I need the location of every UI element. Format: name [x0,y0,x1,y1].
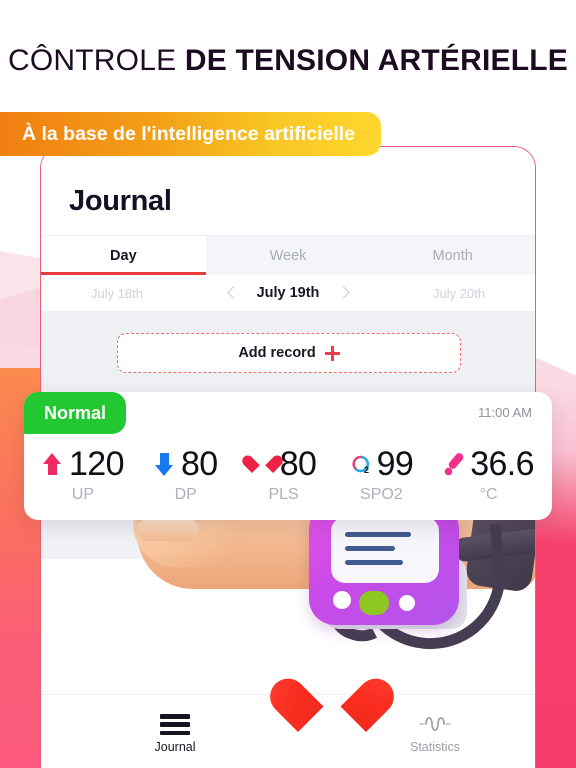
waveform-icon [418,713,452,735]
arrow-down-icon [154,451,176,477]
promo-headline: CÔNTROLE DE TENSION ARTÉRIELLE [0,44,576,78]
metric-pls-label: PLS [268,486,299,503]
metric-dp-value: 80 [180,445,218,483]
metric-spo2-value: 99 [376,445,414,483]
metric-temperature-label: °C [479,486,498,503]
device-display-line [345,560,403,565]
date-current: July 19th [256,285,320,301]
page-title: Journal [69,185,172,217]
device-button-white [399,595,415,611]
metric-pls: 80 PLS [248,444,320,504]
blood-pressure-monitor [309,503,459,625]
date-navigation: July 18th July 19th July 20th [41,275,535,311]
metric-spo2: 2 99 SPO2 [345,444,417,504]
headline-bold-part: DE TENSION ARTÉRIELLE [184,44,568,77]
nav-journal-label: Journal [154,740,196,754]
promo-screenshot: CÔNTROLE DE TENSION ARTÉRIELLE À la base… [0,0,576,768]
metric-temperature-value-group: 36.6 [443,444,535,484]
add-record-button[interactable]: Add record [117,333,461,373]
headline-light-part: CÔNTROLE [8,44,185,77]
device-button-green [359,591,389,615]
metric-up: 120 UP [42,444,125,504]
hamburger-icon [160,714,190,735]
metric-dp: 80 DP [150,444,222,504]
device-display [331,517,439,583]
metric-up-value-group: 120 [42,444,125,484]
date-next[interactable]: July 20th [383,286,535,301]
svg-text:2: 2 [364,465,369,475]
metric-pls-value: 80 [279,445,317,483]
metric-temperature-value: 36.6 [470,445,534,483]
period-tabs: Day Week Month [41,235,535,275]
heart-icon [251,451,275,477]
tab-month[interactable]: Month [370,236,535,275]
metric-temperature: 36.6 °C [443,444,535,504]
tab-week[interactable]: Week [206,236,371,275]
nav-item-journal[interactable]: Journal [127,714,223,754]
metric-dp-label: DP [174,486,197,503]
metrics-row: 120 UP 80 DP 80 PLS 2 99 SPO2 36.6 °C [42,444,535,504]
metric-spo2-value-group: 2 99 [345,444,417,484]
fab-plus-glyph [324,702,341,719]
add-measurement-fab[interactable] [298,680,366,742]
tab-day[interactable]: Day [41,236,206,275]
metric-up-label: UP [71,486,95,503]
metric-pls-value-group: 80 [248,444,320,484]
arrow-up-icon [42,451,64,477]
plus-icon [324,345,340,361]
date-previous[interactable]: July 18th [41,286,193,301]
oxygen-ring-icon: 2 [350,451,372,477]
nav-item-statistics[interactable]: Statistics [387,713,483,754]
device-display-line [345,532,411,537]
status-badge: Normal [24,392,127,434]
chevron-right-icon[interactable] [335,285,351,301]
thermometer-icon [443,451,465,477]
metric-dp-value-group: 80 [150,444,222,484]
finger-shape [137,519,199,541]
metric-spo2-label: SPO2 [360,486,403,503]
promo-banner: À la base de l'intelligence artificielle [0,112,382,156]
date-current-group: July 19th [193,285,383,301]
measurement-card: Normal 11:00 AM 120 UP 80 DP 80 PLS 2 99… [24,392,552,520]
nav-statistics-label: Statistics [409,740,460,754]
chevron-left-icon[interactable] [225,285,241,301]
device-display-line [345,546,395,551]
record-time: 11:00 AM [478,405,532,420]
device-button-white [333,591,351,609]
add-record-label: Add record [238,345,316,361]
metric-up-value: 120 [69,445,125,483]
